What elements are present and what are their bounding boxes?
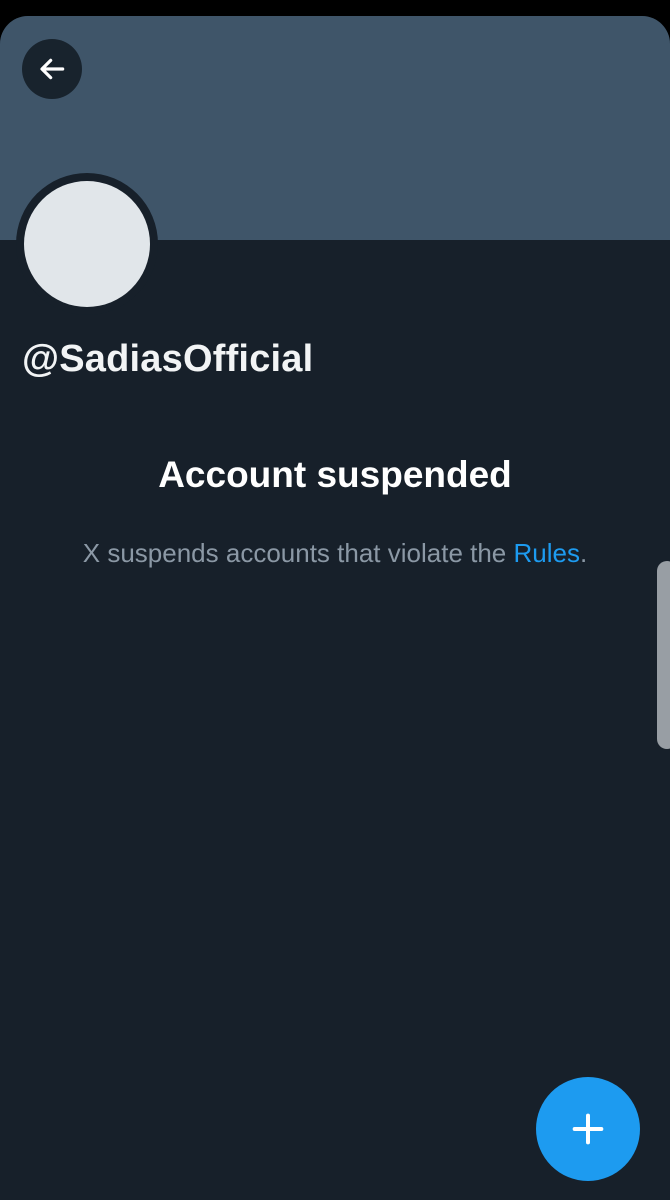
suspension-message-text: X suspends accounts that violate the bbox=[82, 538, 514, 568]
avatar bbox=[24, 181, 150, 307]
suspension-title: Account suspended bbox=[158, 454, 512, 495]
edge-panel-handle[interactable] bbox=[657, 561, 670, 749]
rules-link[interactable]: Rules bbox=[514, 538, 580, 568]
suspension-message-period: . bbox=[579, 538, 588, 568]
avatar-ring bbox=[16, 173, 158, 315]
back-button[interactable] bbox=[22, 39, 82, 99]
profile-screen: @SadiasOfficial Account suspended X susp… bbox=[0, 16, 670, 1200]
profile-handle: @SadiasOfficial bbox=[22, 338, 314, 380]
compose-button[interactable] bbox=[536, 1077, 640, 1181]
suspension-message: X suspends accounts that violate the Rul… bbox=[80, 534, 590, 572]
plus-icon bbox=[572, 1113, 604, 1145]
arrow-left-icon bbox=[40, 58, 65, 80]
